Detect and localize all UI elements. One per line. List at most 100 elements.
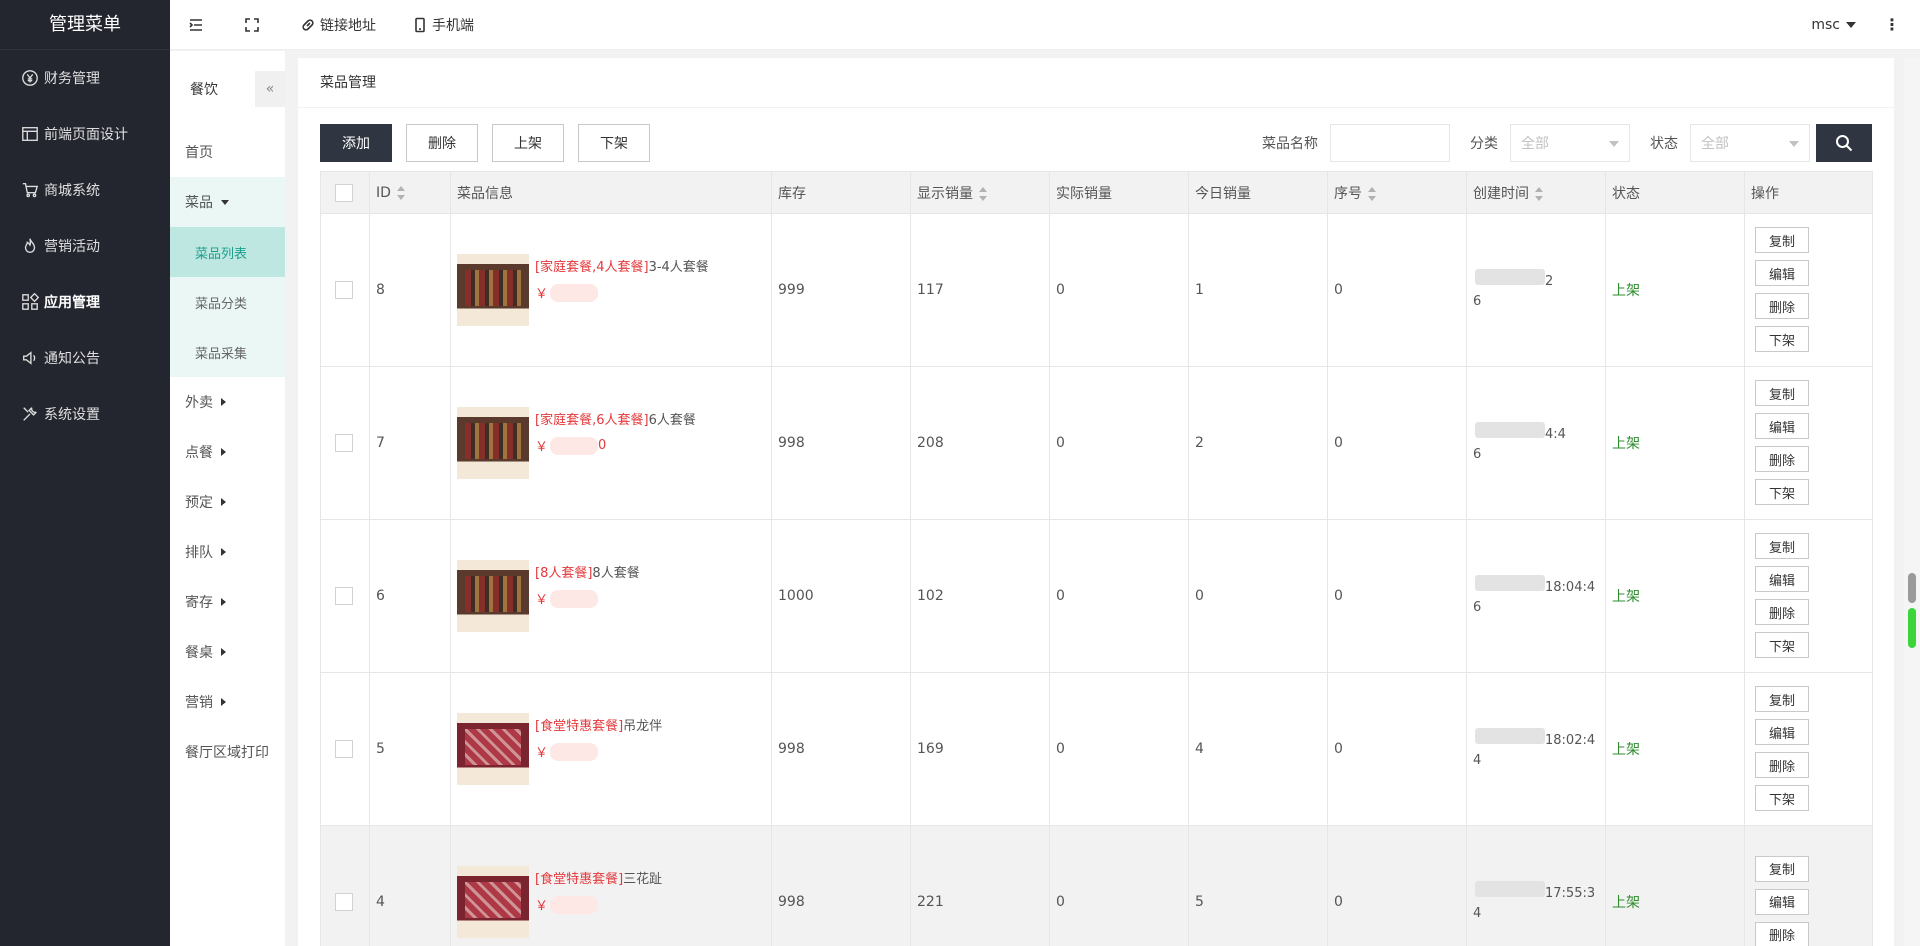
subnav-item-order[interactable]: 点餐	[170, 427, 285, 477]
copy-button[interactable]: 复制	[1755, 380, 1809, 406]
delete-row-button[interactable]: 删除	[1755, 293, 1809, 319]
column-header-label: 显示销量	[917, 185, 973, 202]
dish-name-input[interactable]	[1330, 124, 1450, 162]
off-shelf-button[interactable]: 下架	[1755, 632, 1809, 658]
edit-button[interactable]: 编辑	[1755, 260, 1809, 286]
select-all-checkbox[interactable]	[335, 183, 353, 202]
cell-dish-info: [食堂特惠套餐]三花趾 ￥	[450, 825, 772, 946]
row-checkbox[interactable]	[335, 893, 353, 911]
edit-button[interactable]: 编辑	[1755, 719, 1809, 745]
dish-thumbnail	[457, 713, 529, 785]
cell-dish-info: [食堂特惠套餐]吊龙伴 ￥	[450, 672, 772, 826]
dish-tag: [家庭套餐,4人套餐]	[535, 260, 649, 275]
search-button[interactable]	[1816, 124, 1872, 162]
cell-actual-sales: 0	[1049, 213, 1189, 367]
delete-row-button[interactable]: 删除	[1755, 446, 1809, 472]
status-text: 上架	[1612, 589, 1640, 605]
subnav-item-takeout[interactable]: 外卖	[170, 377, 285, 427]
copy-button[interactable]: 复制	[1755, 686, 1809, 712]
dish-price: ￥	[535, 899, 549, 914]
delete-row-button[interactable]: 删除	[1755, 599, 1809, 625]
row-checkbox[interactable]	[335, 587, 353, 605]
delete-row-button[interactable]: 删除	[1755, 921, 1809, 946]
subnav-item-label: 餐桌	[185, 645, 213, 661]
cell-created-time: 4:4 6	[1466, 366, 1606, 520]
off-shelf-button[interactable]: 下架	[1755, 326, 1809, 352]
status-select[interactable]: 全部	[1690, 124, 1810, 162]
edit-button[interactable]: 编辑	[1755, 888, 1809, 915]
collapse-button[interactable]: «	[255, 71, 285, 107]
copy-button[interactable]: 复制	[1755, 533, 1809, 559]
subnav-child-dish-collect[interactable]: 菜品采集	[170, 327, 285, 377]
sidebar-item-settings[interactable]: 系统设置	[0, 386, 170, 442]
sidebar-item-app-management[interactable]: 应用管理	[0, 274, 170, 330]
vertical-scrollbar[interactable]	[1904, 58, 1920, 946]
subnav-item-label: 排队	[185, 545, 213, 561]
column-header-order[interactable]: 序号	[1327, 171, 1467, 214]
sidebar-item-label: 前端页面设计	[44, 127, 128, 143]
delete-row-button[interactable]: 删除	[1755, 752, 1809, 778]
mobile-button[interactable]: 手机端	[394, 0, 492, 50]
column-header-label: ID	[376, 184, 391, 201]
sort-icon[interactable]	[979, 186, 987, 201]
subnav-item-dishes[interactable]: 菜品	[170, 177, 285, 227]
table-row: 7 [家庭套餐,6人套餐]6人套餐 ￥ 0 998 208 0 2 0 4:4 6…	[320, 366, 1873, 520]
dish-name: 吊龙伴	[623, 719, 663, 734]
delete-button[interactable]: 删除	[406, 124, 478, 162]
sort-icon[interactable]	[1535, 186, 1543, 201]
edit-button[interactable]: 编辑	[1755, 566, 1809, 592]
menu-fold-icon	[189, 18, 202, 31]
status-label: 状态	[1650, 136, 1678, 152]
main-panel: 菜品管理 添加 删除 上架 下架 菜品名称 分类 全部 状态 全部 ID 菜品信…	[298, 58, 1894, 946]
column-header-shown-sales[interactable]: 显示销量	[910, 171, 1050, 214]
yen-icon	[20, 68, 40, 88]
sidebar-item-frontend-design[interactable]: 前端页面设计	[0, 106, 170, 162]
sidebar-item-mall[interactable]: 商城系统	[0, 162, 170, 218]
sidebar-item-finance[interactable]: 财务管理	[0, 50, 170, 106]
cell-actions: 复制 编辑 删除 下架	[1744, 213, 1873, 367]
created-time-part: 6	[1473, 293, 1482, 309]
sort-icon[interactable]	[1368, 186, 1376, 201]
cell-stock: 999	[771, 213, 911, 367]
dish-thumbnail	[457, 254, 529, 326]
add-button[interactable]: 添加	[320, 124, 392, 162]
subnav-child-dish-list[interactable]: 菜品列表	[170, 227, 285, 277]
sort-icon[interactable]	[396, 185, 405, 200]
off-shelf-button[interactable]: 下架	[1755, 785, 1809, 811]
fullscreen-button[interactable]	[226, 0, 282, 50]
menu-toggle-button[interactable]	[170, 0, 226, 50]
subnav-item-promo[interactable]: 营销	[170, 677, 285, 727]
subnav-item-area-print[interactable]: 餐厅区域打印	[170, 727, 285, 777]
subnav-child-dish-category[interactable]: 菜品分类	[170, 277, 285, 327]
edit-button[interactable]: 编辑	[1755, 413, 1809, 439]
scrollbar-thumb[interactable]	[1908, 573, 1916, 603]
off-shelf-button[interactable]: 下架	[1755, 479, 1809, 505]
category-select[interactable]: 全部	[1510, 124, 1630, 162]
created-time-part: 4	[1473, 752, 1482, 768]
caret-down-icon	[1846, 21, 1856, 28]
cell-dish-info: [8人套餐]8人套餐 ￥	[450, 519, 772, 673]
sidebar-item-notice[interactable]: 通知公告	[0, 330, 170, 386]
column-header-id[interactable]: ID	[369, 171, 451, 214]
subnav-item-reserve[interactable]: 预定	[170, 477, 285, 527]
subnav-item-tables[interactable]: 餐桌	[170, 627, 285, 677]
row-checkbox[interactable]	[335, 434, 353, 452]
subnav-item-home[interactable]: 首页	[170, 127, 285, 177]
subnav-item-queue[interactable]: 排队	[170, 527, 285, 577]
cell-status: 上架	[1605, 213, 1745, 367]
copy-button[interactable]: 复制	[1755, 227, 1809, 253]
sidebar-item-marketing[interactable]: 营销活动	[0, 218, 170, 274]
row-checkbox[interactable]	[335, 281, 353, 299]
put-on-shelf-button[interactable]: 上架	[492, 124, 564, 162]
subnav-item-storage[interactable]: 寄存	[170, 577, 285, 627]
row-checkbox[interactable]	[335, 740, 353, 758]
take-off-shelf-button[interactable]: 下架	[578, 124, 650, 162]
column-header-created-time[interactable]: 创建时间	[1466, 171, 1606, 214]
link-address-button[interactable]: 链接地址	[282, 0, 394, 50]
toolbar: 添加 删除 上架 下架 菜品名称 分类 全部 状态 全部	[320, 123, 1872, 163]
column-header-today-sales: 今日销量	[1188, 171, 1328, 214]
user-menu[interactable]: msc	[1793, 17, 1874, 33]
copy-button[interactable]: 复制	[1755, 855, 1809, 882]
blurred-price	[550, 742, 599, 761]
more-menu-icon[interactable]: ⋮	[1874, 15, 1920, 34]
